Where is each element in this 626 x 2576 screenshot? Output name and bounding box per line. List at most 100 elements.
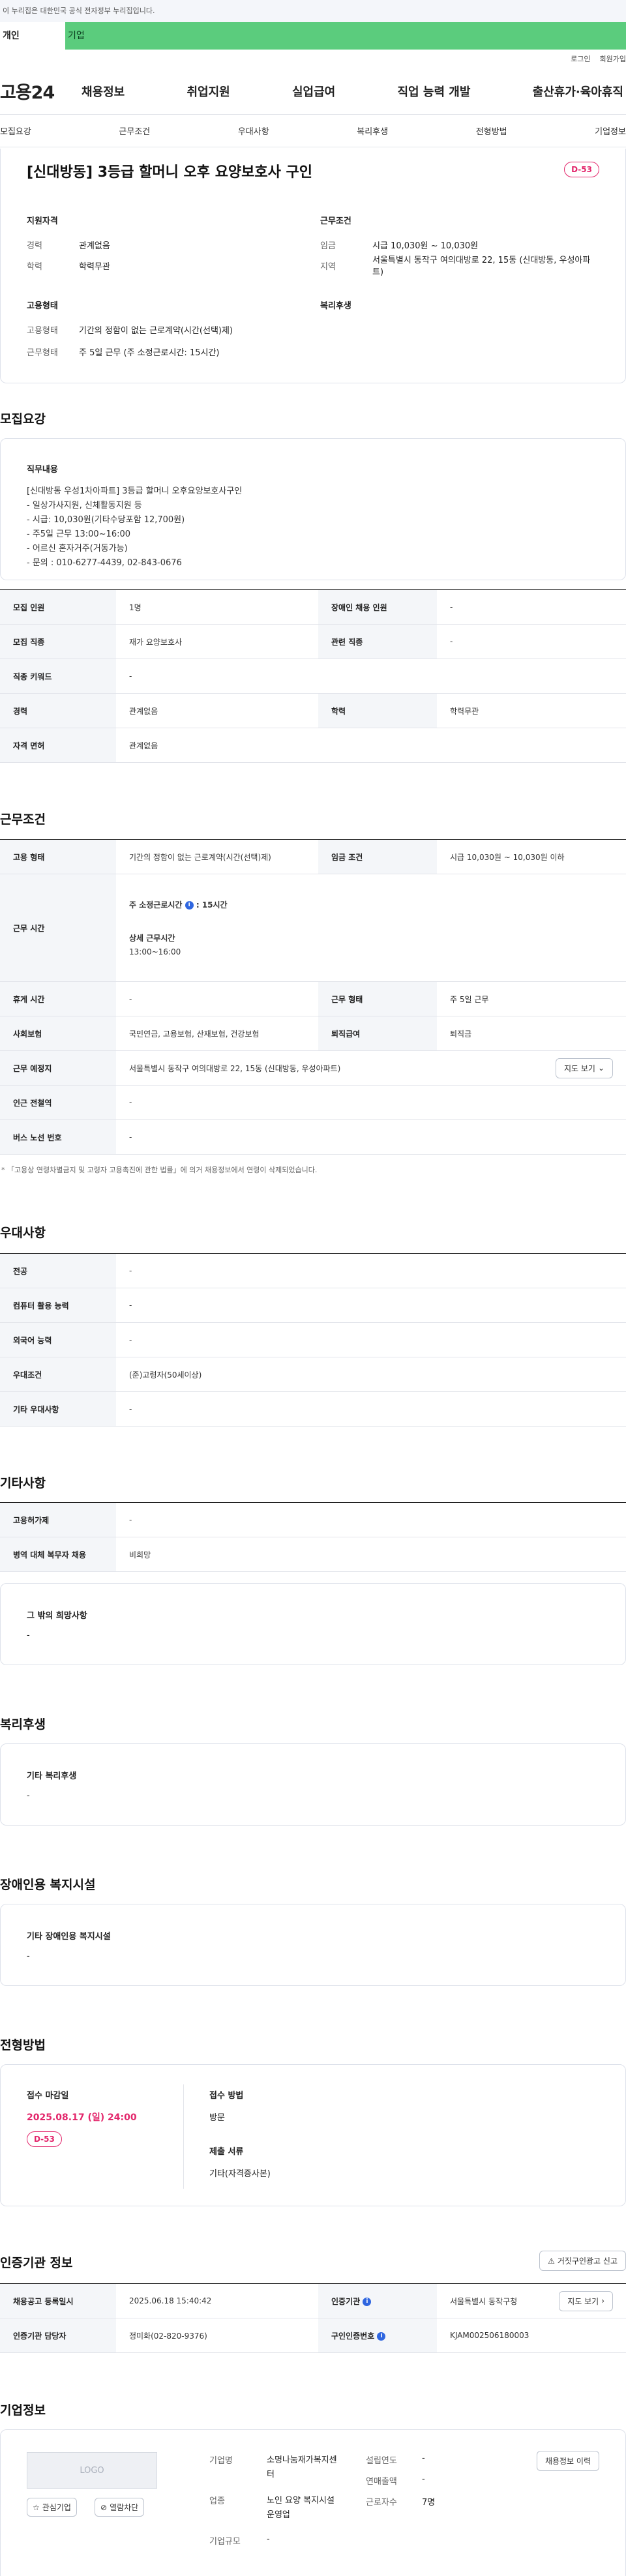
table-header-cell: 경력	[0, 693, 116, 728]
join-link[interactable]: 회원가입	[600, 53, 626, 64]
company-box: LOGO ☆ 관심기업 ⊘ 열람차단 기업명 소명나눔재가복지센터 업종 노인 요양…	[0, 2429, 626, 2576]
docs-heading: 제출 서류	[209, 2147, 244, 2157]
table-cell: -	[116, 1502, 626, 1537]
map-view-button[interactable]: 지도 보기 ⌄	[555, 1058, 613, 1078]
table-cell: 재가 요양보호사	[116, 624, 318, 659]
table-header-cell: 채용공고 등록일시	[0, 2283, 116, 2318]
table-cell: -	[437, 624, 626, 659]
table-header-cell: 기타 우대사항	[0, 1391, 116, 1427]
info-icon[interactable]: i	[363, 2297, 372, 2306]
gnb-unemployment-benefit[interactable]: 실업급여	[292, 83, 335, 100]
table-cell: 정미화(02-820-9376)	[116, 2318, 318, 2353]
site-logo[interactable]: 고용24	[0, 78, 82, 104]
hours-cell: 주 소정근로시간 i : 15시간 상세 근무시간 13:00~16:00	[116, 874, 626, 982]
table-cell: 시급 10,030원 ~ 10,030원 이하	[437, 839, 626, 874]
report-fake-ad-button[interactable]: ⚠ 거짓구인광고 신고	[539, 2251, 626, 2271]
job-title: [신대방동] 3등급 할머니 오후 요양보호사 구인	[27, 164, 313, 181]
welfare-box: 기타 복리후생 -	[0, 1743, 626, 1826]
cert-section-title: 인증기관 정보	[0, 2256, 73, 2270]
work-place-value: 서울특별시 동작구 여의대방로 22, 15동 (신대방동, 우성아파트)	[129, 1063, 341, 1073]
recruit-history-button[interactable]: 채용정보 이력	[536, 2451, 599, 2471]
table-row: 근무 예정지 서울특별시 동작구 여의대방로 22, 15동 (신대방동, 우성…	[0, 1050, 626, 1086]
company-year-value: -	[422, 2453, 425, 2463]
anchor-work[interactable]: 근무조건	[119, 125, 150, 137]
table-cell: -	[116, 1253, 626, 1288]
facility-box-value: -	[27, 1951, 30, 1961]
table-row: 컴퓨터 활용 능력 -	[0, 1288, 626, 1323]
gov-notice-text: 이 누리집은 대한민국 공식 전자정부 누리집입니다.	[3, 7, 155, 15]
table-header-cell: 인증기관 i	[318, 2283, 437, 2318]
anchor-company[interactable]: 기업정보	[595, 125, 626, 137]
dday-badge: D-53	[27, 2131, 62, 2147]
section-anchor-nav: 모집요강 근무조건 우대사항 복리후생 전형방법 기업정보	[0, 115, 626, 147]
table-header-cell: 직종 키워드	[0, 659, 116, 694]
table-header-cell: 고용 형태	[0, 839, 116, 874]
table-header-cell: 전공	[0, 1253, 116, 1288]
block-icon: ⊘	[100, 2502, 108, 2512]
table-row: 직종 키워드 -	[0, 659, 626, 694]
company-biz-key: 업종	[209, 2496, 225, 2506]
table-cell: KJAM002506180003	[437, 2318, 626, 2353]
company-name-value: 소명나눔재가복지센터	[267, 2455, 337, 2480]
career-key: 경력	[27, 241, 42, 251]
table-cell: 비희망	[116, 1537, 626, 1572]
education-key: 학력	[27, 262, 42, 272]
conditions-heading: 근무조건	[320, 216, 351, 226]
gnb-parental-leave[interactable]: 출산휴가·육아휴직	[533, 83, 623, 100]
facility-section-title: 장애인용 복지시설	[0, 1878, 96, 1892]
cert-map-label: 지도 보기	[567, 2296, 599, 2306]
anchor-preference[interactable]: 우대사항	[238, 125, 269, 137]
table-cell: -	[116, 1085, 626, 1120]
table-row: 근무 시간 주 소정근로시간 i : 15시간 상세 근무시간 13:00~16…	[0, 874, 626, 982]
weekly-hours-label: 주 소정근로시간	[129, 900, 183, 910]
table-cell: -	[116, 659, 626, 694]
login-link[interactable]: 로그인	[571, 53, 590, 64]
table-header-cell: 인근 전철역	[0, 1085, 116, 1120]
table-cell: 퇴직금	[437, 1016, 626, 1051]
table-cell: 관계없음	[116, 693, 318, 728]
table-cell: 1명	[116, 589, 318, 625]
info-icon[interactable]: i	[377, 2332, 386, 2341]
table-header-cell: 임금 조건	[318, 839, 437, 874]
table-header-cell: 병역 대체 복무자 채용	[0, 1537, 116, 1572]
company-size-value: -	[267, 2534, 270, 2544]
dday-badge: D-53	[564, 162, 599, 177]
table-header-cell: 휴게 시간	[0, 981, 116, 1016]
docs-value: 기타(자격증사본)	[209, 2169, 271, 2179]
job-line: [신대방동 우성1차아파트] 3등급 할머니 오후요양보호사구인	[27, 486, 243, 496]
gnb-employment-support[interactable]: 취업지원	[187, 83, 230, 100]
wage-value: 시급 10,030원 ~ 10,030원	[372, 241, 479, 251]
table-header-cell: 고용허가제	[0, 1502, 116, 1537]
recruit-table: 모집 인원 1명 장애인 채용 인원 - 모집 직종 재가 요양보호사 관련 직…	[0, 589, 626, 763]
recruit-section-title: 모집요강	[0, 412, 46, 426]
detail-hours-label: 상세 근무시간	[129, 934, 175, 943]
info-icon[interactable]: i	[185, 901, 194, 910]
anchor-recruit[interactable]: 모집요강	[0, 125, 31, 137]
table-header-cell: 근무 시간	[0, 874, 116, 982]
table-header-cell: 퇴직급여	[318, 1016, 437, 1051]
gnb-skill-development[interactable]: 직업 능력 개발	[398, 83, 471, 100]
selection-box: 접수 마감일 2025.08.17 (일) 24:00 D-53 접수 방법 방…	[0, 2064, 626, 2206]
block-view-button[interactable]: ⊘ 열람차단	[95, 2498, 145, 2517]
cert-map-button[interactable]: 지도 보기 ›	[559, 2290, 613, 2311]
table-cell: -	[437, 589, 626, 625]
wish-heading: 그 밖의 희망사항	[27, 1611, 87, 1621]
cert-table: 채용공고 등록일시 2025.06.18 15:40:42 인증기관 i 서울특…	[0, 2283, 626, 2353]
weekly-hours-line: 주 소정근로시간 i : 15시간	[129, 899, 613, 910]
job-line: - 일상가사지원, 신체활동지원 등	[27, 501, 142, 511]
company-size-key: 기업규모	[209, 2537, 241, 2547]
anchor-welfare[interactable]: 복리후생	[357, 125, 388, 137]
table-cell: (준)고령자(50세이상)	[116, 1357, 626, 1392]
employment-heading: 고용형태	[27, 301, 58, 311]
anchor-selection[interactable]: 전형방법	[476, 125, 507, 137]
company-name-key: 기업명	[209, 2456, 233, 2466]
gnb-job-info[interactable]: 채용정보	[82, 83, 125, 100]
table-row: 인증기관 담당자 정미화(02-820-9376) 구인인증번호 i KJAM0…	[0, 2318, 626, 2353]
gnb-menu: 채용정보 취업지원 실업급여 직업 능력 개발 출산휴가·육아휴직	[82, 83, 626, 100]
table-row: 기타 우대사항 -	[0, 1391, 626, 1427]
tab-personal[interactable]: 개인	[0, 22, 65, 50]
employment-type-value: 기간의 정함이 없는 근로계약(시간(선택)제)	[79, 326, 233, 336]
table-row: 전공 -	[0, 1253, 626, 1288]
tab-company[interactable]: 기업	[65, 22, 626, 50]
favorite-company-button[interactable]: ☆ 관심기업	[27, 2498, 77, 2517]
